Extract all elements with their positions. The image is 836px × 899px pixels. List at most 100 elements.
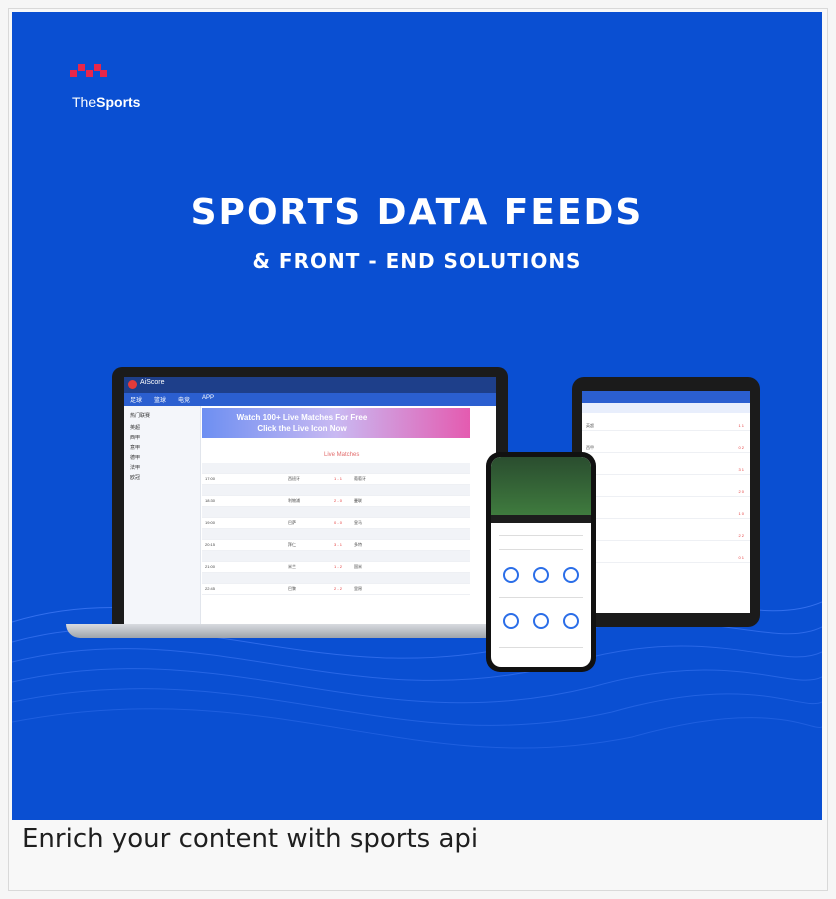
thesports-logo-mark <box>70 64 107 77</box>
home-team: 西班牙 <box>288 476 300 481</box>
match-score: 3 - 1 <box>334 542 343 547</box>
league-score: 2 0 <box>738 489 744 494</box>
list-item[interactable]: 荷甲 2 2 <box>582 531 750 541</box>
league-name: 西甲 <box>586 445 594 450</box>
tab-basketball[interactable]: 篮球 <box>154 395 166 404</box>
stat-ring-icon <box>563 613 579 629</box>
thesports-logo-text: TheSports <box>72 94 140 110</box>
table-row[interactable]: 20:15 拜仁 3 - 1 多特 <box>202 540 470 551</box>
sidebar-item[interactable]: 法甲 <box>130 464 140 471</box>
laptop-screen: AiScore 足球 篮球 电竞 APP 热门联赛 英超 西甲 意甲 德甲 法甲… <box>112 367 508 627</box>
divider <box>499 647 583 648</box>
divider <box>499 535 583 536</box>
match-time: 19:00 <box>205 520 216 525</box>
list-item[interactable]: 德甲 2 0 <box>582 487 750 497</box>
league-name: 英超 <box>586 423 594 428</box>
match-time: 18:30 <box>205 498 216 503</box>
league-score: 0 2 <box>738 445 744 450</box>
headline: SPORTS DATA FEEDS <box>190 192 644 233</box>
away-team: 里昂 <box>354 586 362 591</box>
home-team: 巴黎 <box>288 586 296 591</box>
app-header: AiScore <box>124 377 496 393</box>
list-item[interactable]: 葡超 0 1 <box>582 553 750 563</box>
table-row[interactable]: 17:00 西班牙 1 - 1 葡萄牙 <box>202 474 470 485</box>
away-team: 多特 <box>354 542 362 547</box>
stat-ring-icon <box>533 613 549 629</box>
league-score: 0 1 <box>738 555 744 560</box>
tablet-app: 英超 1 1 西甲 0 2 意甲 3 1 德甲 2 0 法甲 1 0 荷甲 2 … <box>582 391 750 613</box>
table-row[interactable]: 21:00 米兰 1 - 2 国米 <box>202 562 470 573</box>
stat-ring-icon <box>533 567 549 583</box>
league-group-row <box>202 529 470 540</box>
phone-match-bar <box>491 515 591 523</box>
caption: Enrich your content with sports api <box>22 824 479 854</box>
divider <box>499 597 583 598</box>
home-team: 巴萨 <box>288 520 296 525</box>
sidebar-item[interactable]: 热门联赛 <box>130 412 150 419</box>
away-team: 皇马 <box>354 520 362 525</box>
app-title: AiScore <box>140 379 165 386</box>
sidebar: 热门联赛 英超 西甲 意甲 德甲 法甲 欧冠 <box>124 406 201 627</box>
league-group-row <box>202 485 470 496</box>
phone-device <box>486 452 596 672</box>
away-team: 葡萄牙 <box>354 476 366 481</box>
app-tabs: 足球 篮球 电竞 APP <box>124 393 496 406</box>
live-promo-banner[interactable]: Watch 100+ Live Matches For Free Click t… <box>202 408 470 438</box>
aiscore-logo-icon <box>128 380 137 389</box>
laptop-app: AiScore 足球 篮球 电竞 APP 热门联赛 英超 西甲 意甲 德甲 法甲… <box>124 377 496 627</box>
league-score: 3 1 <box>738 467 744 472</box>
home-team: 利物浦 <box>288 498 300 503</box>
match-score: 2 - 0 <box>334 498 343 503</box>
list-item[interactable]: 西甲 0 2 <box>582 443 750 453</box>
sidebar-item[interactable]: 德甲 <box>130 454 140 461</box>
tablet-device: 英超 1 1 西甲 0 2 意甲 3 1 德甲 2 0 法甲 1 0 荷甲 2 … <box>572 377 760 627</box>
match-time: 17:00 <box>205 476 216 481</box>
sidebar-item[interactable]: 欧冠 <box>130 474 140 481</box>
list-item[interactable]: 英超 1 1 <box>582 421 750 431</box>
match-score: 2 - 2 <box>334 586 343 591</box>
match-score: 1 - 1 <box>334 476 343 481</box>
divider <box>499 549 583 550</box>
league-score: 2 2 <box>738 533 744 538</box>
match-time: 21:00 <box>205 564 216 569</box>
table-row[interactable]: 18:30 利物浦 2 - 0 曼联 <box>202 496 470 507</box>
logo-text-plain: The <box>72 94 97 110</box>
match-time: 22:45 <box>205 586 216 591</box>
tab-football[interactable]: 足球 <box>130 395 142 404</box>
hero-banner: TheSports SPORTS DATA FEEDS & FRONT - EN… <box>12 12 822 820</box>
match-score: 1 - 2 <box>334 564 343 569</box>
sidebar-item[interactable]: 意甲 <box>130 444 140 451</box>
live-matches-label: Live Matches <box>324 452 360 458</box>
sidebar-item[interactable]: 西甲 <box>130 434 140 441</box>
table-row[interactable]: 22:45 巴黎 2 - 2 里昂 <box>202 584 470 595</box>
logo-text-bold: Sports <box>96 94 141 110</box>
league-group-row <box>202 573 470 584</box>
promo-line-1: Watch 100+ Live Matches For Free <box>236 413 368 422</box>
away-team: 国米 <box>354 564 362 569</box>
table-row[interactable]: 19:00 巴萨 0 - 0 皇马 <box>202 518 470 529</box>
stat-ring-icon <box>503 567 519 583</box>
stat-ring-icon <box>563 567 579 583</box>
subheadline: & FRONT - END SOLUTIONS <box>252 249 582 273</box>
sidebar-item[interactable]: 英超 <box>130 424 140 431</box>
tablet-tabs <box>582 403 750 413</box>
away-team: 曼联 <box>354 498 362 503</box>
league-score: 1 0 <box>738 511 744 516</box>
list-item[interactable]: 法甲 1 0 <box>582 509 750 519</box>
match-score: 0 - 0 <box>334 520 343 525</box>
league-score: 1 1 <box>738 423 744 428</box>
phone-app <box>491 457 591 667</box>
match-time: 20:15 <box>205 542 216 547</box>
stadium-image <box>491 457 591 515</box>
league-group-row <box>202 507 470 518</box>
stat-ring-icon <box>503 613 519 629</box>
home-team: 米兰 <box>288 564 296 569</box>
league-group-row <box>202 463 470 474</box>
league-group-row <box>202 551 470 562</box>
tab-esports[interactable]: 电竞 <box>178 395 190 404</box>
tab-app[interactable]: APP <box>202 395 214 401</box>
promo-line-2: Click the Live Icon Now <box>257 424 347 433</box>
list-item[interactable]: 意甲 3 1 <box>582 465 750 475</box>
home-team: 拜仁 <box>288 542 296 547</box>
tablet-header <box>582 391 750 403</box>
